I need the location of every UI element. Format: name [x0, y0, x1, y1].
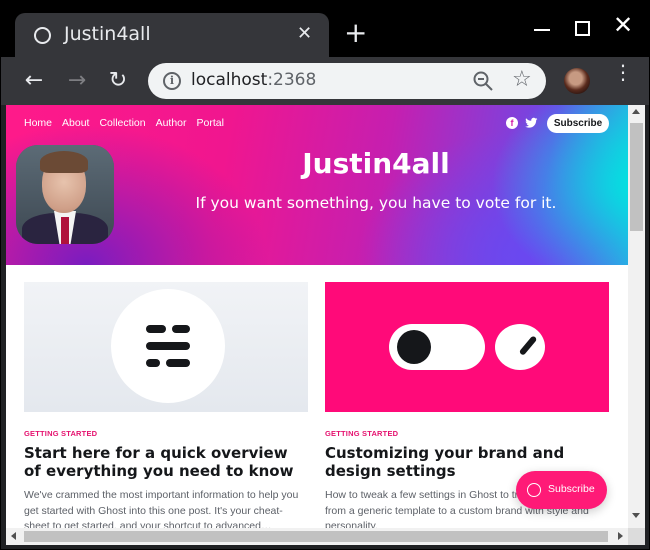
post-tag[interactable]: GETTING STARTED — [24, 429, 308, 438]
post-tag[interactable]: GETTING STARTED — [325, 429, 609, 438]
ghost-logo-icon — [111, 289, 225, 403]
address-bar[interactable]: i localhost:2368 ☆ — [148, 63, 546, 99]
tab-close-icon[interactable]: ✕ — [297, 23, 312, 44]
dial-needle — [518, 335, 538, 356]
site-title[interactable]: Justin4all — [206, 147, 546, 180]
avatar-tie — [61, 217, 69, 244]
post-title[interactable]: Start here for a quick overview of every… — [24, 444, 308, 480]
forward-icon[interactable]: → — [62, 66, 92, 96]
url-host: localhost — [191, 70, 268, 90]
twitter-icon[interactable] — [525, 117, 538, 129]
bookmark-star-icon[interactable]: ☆ — [512, 67, 532, 92]
nav-about[interactable]: About — [62, 117, 89, 129]
site-description: If you want something, you have to vote … — [195, 194, 557, 212]
new-tab-icon[interactable]: + — [344, 19, 367, 47]
tab-strip: Justin4all ✕ + ✕ — [1, 1, 649, 57]
portal-subscribe-button[interactable]: Subscribe — [516, 471, 607, 509]
browser-window: Justin4all ✕ + ✕ ← → ↻ i localhost:2368 … — [0, 0, 650, 550]
horizontal-scrollbar[interactable] — [6, 528, 628, 545]
avatar-hair — [40, 151, 88, 173]
url-text[interactable]: localhost:2368 — [191, 70, 316, 90]
url-port: :2368 — [267, 70, 317, 90]
close-window-icon[interactable]: ✕ — [613, 13, 633, 37]
post-image-brand-settings[interactable] — [325, 282, 609, 412]
zoom-out-icon[interactable] — [472, 70, 494, 92]
facebook-icon[interactable]: f — [506, 117, 518, 129]
maximize-icon[interactable] — [575, 21, 590, 36]
portal-subscribe-label: Subscribe — [548, 483, 595, 495]
reload-icon[interactable]: ↻ — [103, 66, 133, 96]
tab-title: Justin4all — [64, 23, 151, 45]
site-info-icon[interactable]: i — [163, 72, 181, 90]
back-icon[interactable]: ← — [19, 66, 49, 96]
scrollbar-corner — [628, 528, 645, 545]
browser-toolbar: ← → ↻ i localhost:2368 ☆ ⋮ — [1, 57, 649, 105]
scroll-up-icon[interactable] — [632, 109, 640, 114]
nav-portal[interactable]: Portal — [197, 117, 224, 129]
profile-avatar[interactable] — [564, 68, 590, 94]
post-image-ghost-overview[interactable] — [24, 282, 308, 412]
vertical-scroll-thumb[interactable] — [630, 123, 643, 231]
post-card: GETTING STARTED Start here for a quick o… — [24, 282, 308, 528]
browser-menu-icon[interactable]: ⋮ — [613, 62, 633, 82]
author-avatar — [16, 145, 114, 244]
nav-author[interactable]: Author — [156, 117, 187, 129]
scroll-right-icon[interactable] — [618, 532, 623, 540]
toggle-switch-icon — [389, 324, 485, 370]
favicon-icon — [34, 27, 51, 44]
subscribe-button[interactable]: Subscribe — [547, 114, 609, 133]
scroll-down-icon[interactable] — [632, 513, 640, 518]
post-excerpt: We've crammed the most important informa… — [24, 489, 299, 528]
minimize-icon[interactable] — [534, 29, 550, 31]
vertical-scrollbar[interactable] — [628, 105, 645, 528]
nav-collection[interactable]: Collection — [99, 117, 145, 129]
page-viewport: Home About Collection Author Portal f Su… — [6, 105, 628, 528]
browser-tab[interactable]: Justin4all ✕ — [15, 13, 329, 57]
nav-home[interactable]: Home — [24, 117, 52, 129]
horizontal-scroll-thumb[interactable] — [24, 531, 608, 542]
social-links: f — [506, 117, 538, 129]
dial-icon — [495, 324, 545, 370]
site-nav: Home About Collection Author Portal — [24, 117, 224, 129]
toggle-knob — [397, 330, 431, 364]
site-header: Home About Collection Author Portal f Su… — [6, 105, 628, 265]
user-icon — [527, 483, 541, 497]
scroll-left-icon[interactable] — [11, 532, 16, 540]
